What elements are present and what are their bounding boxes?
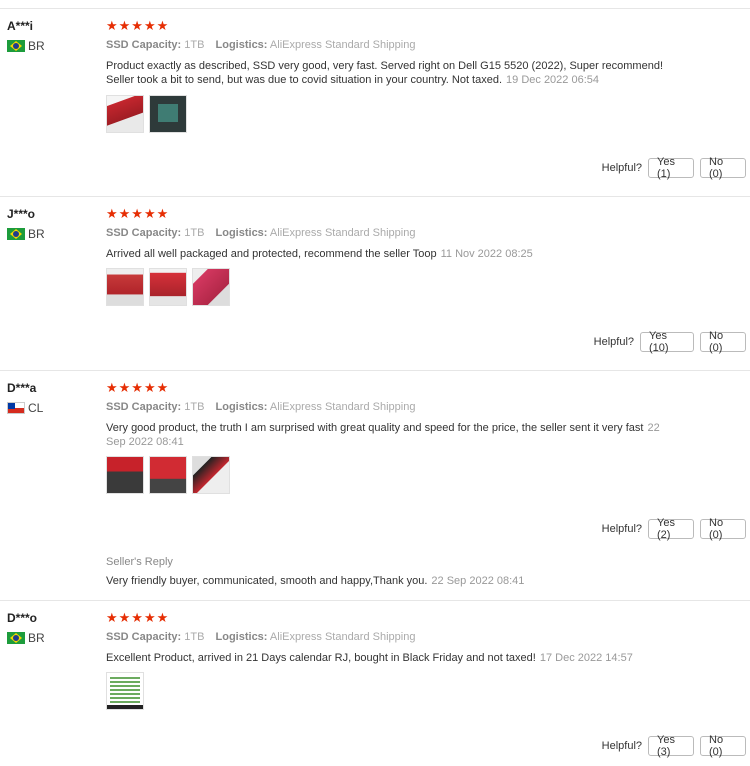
helpful-no-button[interactable]: No (0) <box>700 517 746 541</box>
star-rating: ★★★★★ <box>106 610 170 625</box>
reviewer-country: BR <box>7 39 45 53</box>
star-rating: ★★★★★ <box>106 18 170 33</box>
helpful-label: Helpful? <box>601 523 642 535</box>
review-photo[interactable] <box>106 95 144 133</box>
seller-reply-text: Very friendly buyer, communicated, smoot… <box>106 575 525 587</box>
helpful-vote: Helpful? Yes (2) No (0) <box>601 517 746 541</box>
review-text: Excellent Product, arrived in 21 Days ca… <box>106 652 633 664</box>
review-attributes: SSD Capacity: 1TB Logistics: AliExpress … <box>106 401 416 413</box>
review-date: 19 Dec 2022 06:54 <box>506 74 599 86</box>
helpful-vote: Helpful? Yes (10) No (0) <box>593 330 746 354</box>
star-rating: ★★★★★ <box>106 380 170 395</box>
reviewer-country: BR <box>7 631 45 645</box>
review-text: Arrived all well packaged and protected,… <box>106 248 533 260</box>
review-text: Product exactly as described, SSD very g… <box>106 60 663 86</box>
brazil-flag-icon <box>7 40 25 52</box>
helpful-label: Helpful? <box>601 740 642 752</box>
reviewer-country: BR <box>7 227 45 241</box>
helpful-label: Helpful? <box>593 336 634 348</box>
country-code: BR <box>28 39 45 53</box>
reviewer-name: J***o <box>7 207 36 221</box>
review-item: D***a CL ★★★★★ SSD Capacity: 1TB Logisti… <box>0 370 750 601</box>
review-attributes: SSD Capacity: 1TB Logistics: AliExpress … <box>106 227 416 239</box>
chile-flag-icon <box>7 402 25 414</box>
review-date: 11 Nov 2022 08:25 <box>440 248 533 260</box>
helpful-no-button[interactable]: No (0) <box>700 156 746 180</box>
country-code: BR <box>28 227 45 241</box>
review-photo[interactable] <box>149 456 187 494</box>
review-photo[interactable] <box>192 268 230 306</box>
review-photo[interactable] <box>192 456 230 494</box>
helpful-vote: Helpful? Yes (1) No (0) <box>601 156 746 180</box>
review-photos <box>106 268 230 306</box>
review-photo[interactable] <box>149 268 187 306</box>
review-photos <box>106 95 187 133</box>
review-photo[interactable] <box>106 268 144 306</box>
helpful-yes-button[interactable]: Yes (10) <box>640 330 694 354</box>
review-date: 17 Dec 2022 14:57 <box>539 652 633 664</box>
review-item: J***o BR ★★★★★ SSD Capacity: 1TB Logisti… <box>0 196 750 370</box>
helpful-yes-button[interactable]: Yes (2) <box>648 517 694 541</box>
review-text: Very good product, the truth I am surpri… <box>106 422 660 448</box>
helpful-yes-button[interactable]: Yes (3) <box>648 734 694 758</box>
reviewer-name: D***o <box>7 611 38 625</box>
helpful-vote: Helpful? Yes (3) No (0) <box>601 734 746 758</box>
review-item: A***i BR ★★★★★ SSD Capacity: 1TB Logisti… <box>0 8 750 196</box>
review-photo[interactable] <box>106 672 144 710</box>
brazil-flag-icon <box>7 228 25 240</box>
review-photos <box>106 456 230 494</box>
reply-date: 22 Sep 2022 08:41 <box>431 575 525 587</box>
review-photo[interactable] <box>149 95 187 133</box>
reviewer-name: A***i <box>7 19 34 33</box>
review-item: D***o BR ★★★★★ SSD Capacity: 1TB Logisti… <box>0 600 750 766</box>
brazil-flag-icon <box>7 632 25 644</box>
star-rating: ★★★★★ <box>106 206 170 221</box>
helpful-label: Helpful? <box>601 162 642 174</box>
helpful-yes-button[interactable]: Yes (1) <box>648 156 694 180</box>
helpful-no-button[interactable]: No (0) <box>700 330 746 354</box>
review-photo[interactable] <box>106 456 144 494</box>
reviewer-country: CL <box>7 401 43 415</box>
country-code: CL <box>28 401 44 415</box>
seller-reply-title: Seller's Reply <box>106 556 173 568</box>
review-attributes: SSD Capacity: 1TB Logistics: AliExpress … <box>106 39 416 51</box>
helpful-no-button[interactable]: No (0) <box>700 734 746 758</box>
country-code: BR <box>28 631 45 645</box>
review-photos <box>106 672 144 710</box>
reviewer-name: D***a <box>7 381 37 395</box>
review-attributes: SSD Capacity: 1TB Logistics: AliExpress … <box>106 631 416 643</box>
